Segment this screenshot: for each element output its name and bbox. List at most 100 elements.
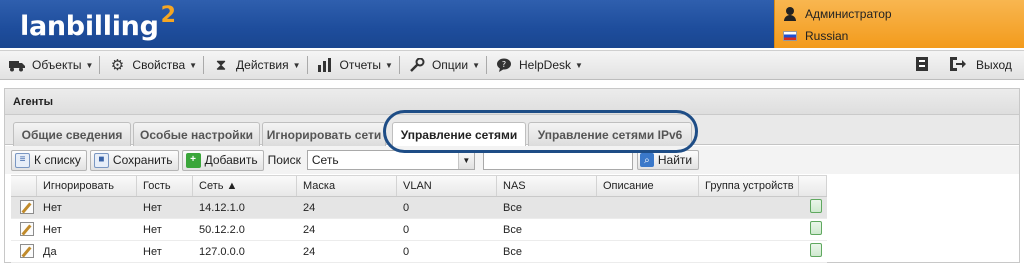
tab-highlight-ring bbox=[383, 110, 698, 153]
column-header-network[interactable]: Сеть ▲ bbox=[193, 176, 297, 196]
truck-icon bbox=[8, 57, 26, 73]
cell-network: 14.12.1.0 bbox=[199, 202, 245, 214]
search-field-value: Сеть bbox=[311, 153, 339, 167]
cell-mask: 24 bbox=[303, 224, 316, 236]
cell-mask: 24 bbox=[303, 246, 316, 258]
archive-icon bbox=[914, 56, 930, 75]
edit-icon[interactable] bbox=[20, 200, 34, 214]
menu-helpdesk[interactable]: ? HelpDesk ▼ bbox=[487, 53, 587, 77]
grid-body: Нет Нет 14.12.1.0 24 0 Все Нет Нет 50.12… bbox=[11, 197, 827, 263]
search-icon: ⌕ bbox=[639, 153, 654, 167]
edit-cell[interactable] bbox=[11, 241, 37, 262]
menu-reports-label: Отчеты bbox=[339, 58, 382, 72]
tab-ignore-networks[interactable]: Игнорировать сети bbox=[262, 122, 386, 146]
bar-chart-icon bbox=[316, 57, 334, 73]
cell-guest: Нет bbox=[143, 202, 162, 214]
menu-options-label: Опции bbox=[431, 58, 469, 72]
cell-device-group bbox=[699, 197, 799, 218]
cell-vlan: 0 bbox=[403, 246, 410, 258]
table-row[interactable]: Нет Нет 50.12.2.0 24 0 Все bbox=[11, 219, 827, 241]
delete-cell[interactable] bbox=[799, 197, 827, 218]
column-header-description[interactable]: Описание bbox=[597, 176, 699, 196]
user-icon bbox=[783, 7, 797, 21]
recycle-bin-icon[interactable] bbox=[810, 243, 822, 257]
russian-flag-icon bbox=[783, 31, 797, 41]
main-toolbar: Объекты ▼ ⚙ Свойства ▼ ⧗ Действия ▼ Отчеты ▼… bbox=[0, 50, 1024, 80]
cell-network: 127.0.0.0 bbox=[199, 246, 245, 258]
back-to-list-button[interactable]: ≡ К списку bbox=[11, 149, 87, 171]
cell-description bbox=[597, 197, 699, 218]
edit-icon[interactable] bbox=[20, 222, 34, 236]
tab-general[interactable]: Общие сведения bbox=[13, 122, 131, 146]
find-label: Найти bbox=[657, 153, 693, 167]
menu-reports[interactable]: Отчеты ▼ bbox=[308, 53, 397, 77]
cell-description bbox=[597, 219, 699, 240]
column-header-vlan[interactable]: VLAN bbox=[397, 176, 497, 196]
menu-helpdesk-label: HelpDesk bbox=[519, 58, 572, 72]
svg-text:?: ? bbox=[502, 60, 506, 69]
menu-actions-label: Действия bbox=[236, 58, 289, 72]
column-header-guest[interactable]: Гость bbox=[137, 176, 193, 196]
chevron-down-icon: ▼ bbox=[189, 60, 198, 70]
logout-button[interactable]: Выход bbox=[948, 51, 1012, 79]
table-row[interactable]: Да Нет 127.0.0.0 24 0 Все bbox=[11, 241, 827, 263]
add-label: Добавить bbox=[204, 153, 258, 167]
cell-vlan: 0 bbox=[403, 202, 410, 214]
edit-cell[interactable] bbox=[11, 197, 37, 218]
chat-bubble-icon: ? bbox=[495, 57, 513, 73]
menu-properties-label: Свойства bbox=[132, 58, 186, 72]
delete-cell[interactable] bbox=[799, 241, 827, 262]
edit-icon[interactable] bbox=[20, 244, 34, 258]
menu-objects[interactable]: Объекты ▼ bbox=[0, 53, 97, 77]
save-icon: ■ bbox=[93, 152, 109, 168]
save-button[interactable]: ■ Сохранить bbox=[89, 149, 179, 171]
chevron-down-icon: ▼ bbox=[472, 60, 480, 70]
save-state-button[interactable] bbox=[914, 51, 930, 79]
cell-ignore: Да bbox=[43, 246, 57, 258]
chevron-down-icon[interactable]: ▼ bbox=[457, 151, 474, 169]
chevron-down-icon: ▼ bbox=[85, 60, 94, 70]
app-logo[interactable]: lanbilling2 bbox=[20, 3, 176, 42]
add-button[interactable]: + Добавить bbox=[181, 149, 264, 171]
cell-description bbox=[597, 241, 699, 262]
column-header-ignore[interactable]: Игнорировать bbox=[37, 176, 137, 196]
user-name: Администратор bbox=[805, 7, 892, 21]
chevron-down-icon: ▼ bbox=[292, 60, 301, 70]
menu-properties[interactable]: ⚙ Свойства ▼ bbox=[100, 53, 201, 77]
logout-label: Выход bbox=[976, 58, 1012, 72]
save-label: Сохранить bbox=[112, 153, 173, 167]
column-header-nas[interactable]: NAS bbox=[497, 176, 597, 196]
cell-ignore: Нет bbox=[43, 202, 62, 214]
user-box: Администратор Russian bbox=[774, 0, 1024, 48]
user-row[interactable]: Администратор bbox=[783, 4, 892, 24]
search-input[interactable] bbox=[482, 150, 633, 170]
back-to-list-label: К списку bbox=[34, 153, 81, 167]
language-row[interactable]: Russian bbox=[783, 26, 848, 46]
delete-cell[interactable] bbox=[799, 219, 827, 240]
cell-network: 50.12.2.0 bbox=[199, 224, 245, 236]
grid-header: Игнорировать Гость Сеть ▲ Маска VLAN NAS… bbox=[11, 175, 827, 197]
language-label: Russian bbox=[805, 29, 849, 43]
app-header: lanbilling2 Администратор Russian bbox=[0, 0, 1024, 48]
cell-guest: Нет bbox=[143, 246, 162, 258]
wrench-icon bbox=[408, 57, 426, 73]
cell-mask: 24 bbox=[303, 202, 316, 214]
list-icon: ≡ bbox=[15, 152, 30, 168]
gear-icon: ⚙ bbox=[110, 56, 125, 74]
column-header-mask[interactable]: Маска bbox=[297, 176, 397, 196]
recycle-bin-icon[interactable] bbox=[810, 199, 822, 213]
menu-actions[interactable]: ⧗ Действия ▼ bbox=[204, 53, 305, 77]
edit-cell[interactable] bbox=[11, 219, 37, 240]
column-header-delete bbox=[799, 176, 827, 196]
column-header-device-group[interactable]: Группа устройств bbox=[699, 176, 799, 196]
cell-nas: Все bbox=[503, 202, 522, 214]
table-row[interactable]: Нет Нет 14.12.1.0 24 0 Все bbox=[11, 197, 827, 219]
tab-special-settings[interactable]: Особые настройки bbox=[133, 122, 260, 146]
networks-grid: Игнорировать Гость Сеть ▲ Маска VLAN NAS… bbox=[11, 175, 827, 263]
menu-options[interactable]: Опции ▼ bbox=[400, 53, 484, 77]
recycle-bin-icon[interactable] bbox=[810, 221, 822, 235]
search-field-select[interactable]: Сеть ▼ bbox=[306, 150, 475, 170]
menu-objects-label: Объекты bbox=[32, 58, 82, 72]
cell-nas: Все bbox=[503, 246, 522, 258]
find-button[interactable]: ⌕ Найти bbox=[636, 150, 700, 170]
